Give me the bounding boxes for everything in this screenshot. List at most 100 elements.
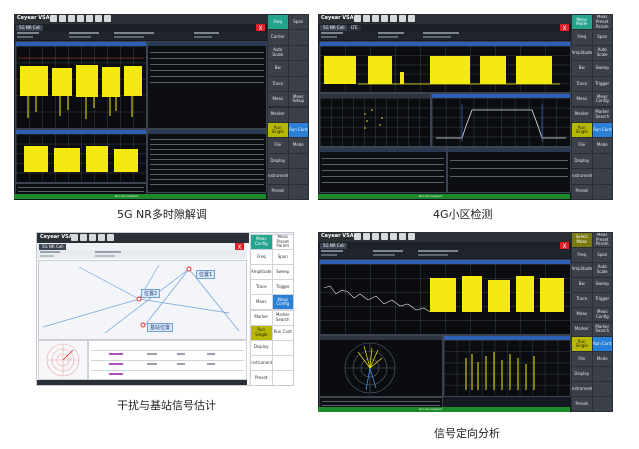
softkey-amplitude[interactable]: Amplitude (250, 264, 273, 281)
spectrogram-window[interactable] (443, 335, 571, 397)
softkey-bw[interactable]: Bw (572, 61, 592, 76)
softkey-file[interactable]: File (572, 352, 592, 367)
softkey-display[interactable]: Display (572, 153, 592, 169)
softkey-instrument[interactable]: Instrument (572, 382, 592, 397)
softkey-mode[interactable]: Mode (592, 352, 612, 367)
softkey-meas-config[interactable]: Meas Config (271, 294, 293, 311)
spectrum-window[interactable] (15, 129, 147, 183)
save-icon[interactable] (372, 233, 379, 240)
softkey-instrument[interactable]: Instrument (572, 169, 592, 184)
power-vs-time-window[interactable] (319, 259, 571, 335)
softkey-run-single[interactable]: Run Single (268, 122, 288, 138)
softkey-marker[interactable]: Marker (268, 107, 288, 122)
softkey-meas[interactable]: Meas (572, 92, 592, 107)
softkey-span[interactable]: Span (288, 15, 308, 30)
softkey-carrier[interactable]: Carrier (268, 30, 288, 45)
print-icon[interactable] (390, 233, 397, 240)
menu-icon[interactable] (71, 234, 78, 241)
softkey-trigger[interactable]: Trigger (592, 292, 612, 307)
menu-icon[interactable] (354, 233, 361, 240)
softkey-run-single[interactable]: Run Single (572, 337, 592, 352)
softkey-run-single[interactable]: Run Single (572, 122, 592, 138)
softkey-meas[interactable]: Meas (268, 92, 288, 107)
softkey-span[interactable]: Span (592, 30, 612, 45)
softkey-instrument[interactable]: Instrument (250, 354, 273, 371)
softkey-meas[interactable]: Meas (250, 294, 273, 311)
softkey-freq[interactable]: Freq (268, 15, 288, 30)
softkey-run-cont[interactable]: Run Cont (288, 122, 308, 138)
softkey-freq[interactable]: Freq (572, 30, 592, 45)
help-icon[interactable] (408, 233, 415, 240)
softkey-span[interactable]: Span (271, 249, 293, 266)
print-icon[interactable] (390, 15, 397, 22)
softkey-freq[interactable]: Freq (250, 249, 273, 266)
menu-icon[interactable] (354, 15, 361, 22)
softkey-freq[interactable]: Freq (572, 247, 592, 262)
softkey-marker-search[interactable]: Marker Search (592, 322, 612, 337)
softkey-bw[interactable]: Bw (268, 61, 288, 76)
menu-icon[interactable] (50, 15, 57, 22)
softkey-marker-search[interactable]: Marker Search (271, 309, 293, 326)
softkey-preset[interactable]: Preset (572, 184, 592, 199)
softkey-meas-preset-param[interactable]: Meas Preset Param (592, 233, 612, 247)
softkey-preset[interactable]: Preset (250, 369, 273, 385)
softkey-marker-search[interactable]: Marker Search (592, 107, 612, 122)
print-icon[interactable] (86, 15, 93, 22)
settings-icon[interactable] (399, 15, 406, 22)
softkey-sweep[interactable]: Sweep (271, 264, 293, 281)
softkey-run-cont[interactable]: Run Cont (592, 337, 612, 352)
softkey-run-cont[interactable]: Run Cont (592, 122, 612, 138)
softkey-meas[interactable]: Meas (572, 307, 592, 322)
softkey-meas-mode[interactable]: Meas Mode (572, 15, 592, 30)
camera-icon[interactable] (381, 15, 388, 22)
softkey-trigger[interactable]: Trigger (592, 76, 612, 92)
softkey-display[interactable]: Display (250, 339, 273, 356)
save-icon[interactable] (372, 15, 379, 22)
softkey-run-cont[interactable]: Run Cont (271, 324, 293, 341)
save-icon[interactable] (68, 15, 75, 22)
softkey-marker[interactable]: Marker (572, 107, 592, 122)
softkey-mode[interactable]: Mode (288, 138, 308, 153)
softkey-trace[interactable]: Trace (268, 76, 288, 92)
scatter-window[interactable] (319, 93, 431, 147)
folder-icon[interactable] (59, 15, 66, 22)
softkey-sweep[interactable]: Sweep (592, 61, 612, 76)
softkey-marker[interactable]: Marker (250, 309, 273, 326)
softkey-meas-config[interactable]: Meas Config (250, 234, 273, 251)
folder-icon[interactable] (363, 233, 370, 240)
camera-icon[interactable] (98, 234, 105, 241)
softkey-display[interactable]: Display (572, 367, 592, 382)
folder-icon[interactable] (363, 15, 370, 22)
print-icon[interactable] (107, 234, 114, 241)
softkey-auto-scale[interactable]: Auto Scale (268, 45, 288, 61)
softkey-meas-config[interactable]: Meas Config (592, 307, 612, 322)
folder-icon[interactable] (80, 234, 87, 241)
softkey-display[interactable]: Display (268, 153, 288, 169)
softkey-preset[interactable]: Preset (572, 397, 592, 411)
softkey-meas-preset-param[interactable]: Meas Preset Param (271, 234, 293, 251)
softkey-auto-scale[interactable]: Auto Scale (592, 262, 612, 277)
settings-icon[interactable] (95, 15, 102, 22)
softkey-trace[interactable]: Trace (572, 76, 592, 92)
softkey-amplitude[interactable]: Amplitude (572, 45, 592, 61)
softkey-trace[interactable]: Trace (250, 279, 273, 296)
softkey-marker[interactable]: Marker (572, 322, 592, 337)
help-icon[interactable] (408, 15, 415, 22)
softkey-trace[interactable]: Trace (572, 292, 592, 307)
softkey-select-meas[interactable]: Select Meas (572, 233, 592, 247)
softkey-file[interactable]: File (268, 138, 288, 153)
softkey-sweep[interactable]: Sweep (592, 277, 612, 292)
softkey-amplitude[interactable]: Amplitude (572, 262, 592, 277)
camera-icon[interactable] (77, 15, 84, 22)
settings-icon[interactable] (399, 233, 406, 240)
softkey-file[interactable]: File (572, 138, 592, 153)
spectrum-window[interactable] (431, 93, 571, 147)
softkey-meas-preset-param[interactable]: Meas Preset Param (592, 15, 612, 30)
softkey-auto-scale[interactable]: Auto Scale (592, 45, 612, 61)
time-domain-window[interactable] (15, 41, 147, 129)
softkey-span[interactable]: Span (592, 247, 612, 262)
polar-window[interactable] (319, 335, 443, 397)
save-icon[interactable] (89, 234, 96, 241)
softkey-preset[interactable]: Preset (268, 184, 288, 199)
time-domain-window[interactable] (319, 41, 571, 93)
